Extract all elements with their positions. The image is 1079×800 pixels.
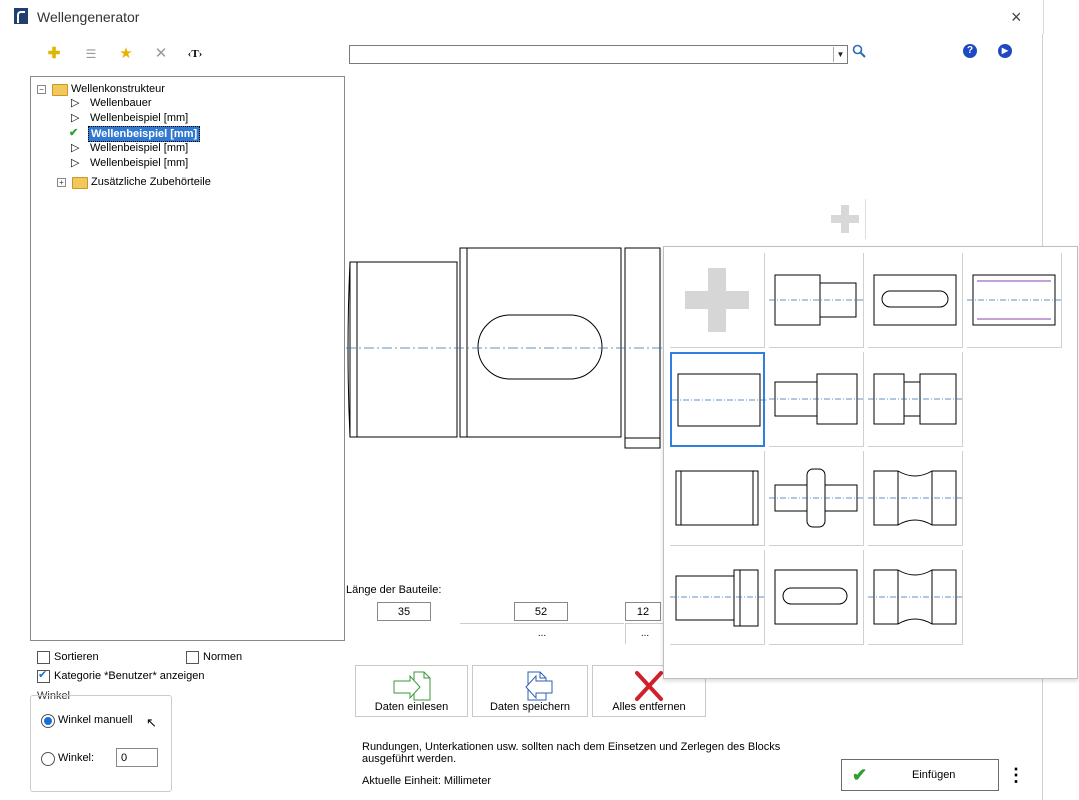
unit-text: Aktuelle Einheit: Millimeter bbox=[362, 775, 491, 787]
more-button-2[interactable]: ... bbox=[625, 623, 664, 644]
search-input[interactable] bbox=[349, 45, 848, 64]
thread-icon bbox=[967, 274, 1062, 326]
plus-icon[interactable]: ✚ bbox=[45, 45, 63, 63]
palette-chamfer[interactable] bbox=[670, 451, 765, 546]
help-icon[interactable]: ? bbox=[963, 44, 977, 58]
shaft-preview bbox=[346, 247, 664, 449]
keyway-icon bbox=[873, 274, 957, 326]
angle-input[interactable]: 0 bbox=[116, 748, 158, 767]
manual-angle-radio[interactable] bbox=[41, 714, 55, 728]
hint-text: Rundungen, Unterkationen usw. sollten na… bbox=[362, 741, 781, 765]
search-icon[interactable] bbox=[852, 44, 866, 61]
manual-angle-label: Winkel manuell bbox=[58, 714, 133, 726]
tree-view[interactable]: − Wellenkonstrukteur ▷ Wellenbauer ▷ Wel… bbox=[30, 76, 345, 641]
import-icon bbox=[393, 671, 430, 701]
shaft-icon: ▷ bbox=[71, 157, 80, 169]
tree-item-accessories[interactable]: Zusätzliche Zubehörteile bbox=[91, 175, 211, 189]
angle-radio[interactable] bbox=[41, 752, 55, 766]
cylinder-icon bbox=[672, 373, 767, 427]
angle-label: Winkel: bbox=[58, 752, 95, 764]
export-icon bbox=[525, 671, 553, 701]
sort-label: Sortieren bbox=[54, 651, 99, 663]
stepped-shaft-icon bbox=[769, 274, 864, 326]
save-data-label: Daten speichern bbox=[489, 701, 571, 713]
x-icon[interactable]: ✕ bbox=[152, 45, 170, 63]
tree-item-example-1[interactable]: Wellenbeispiel [mm] bbox=[90, 111, 188, 125]
palette-stepped-shaft[interactable] bbox=[769, 253, 864, 348]
palette-add[interactable] bbox=[670, 253, 765, 348]
add-segment-button[interactable] bbox=[825, 199, 866, 239]
close-button[interactable]: × bbox=[1011, 7, 1022, 28]
palette-cylinder[interactable] bbox=[670, 352, 767, 447]
tree-item-example-4[interactable]: Wellenbeispiel [mm] bbox=[90, 156, 188, 170]
length-input-3[interactable]: 12 bbox=[625, 602, 661, 621]
tree-item-wellenbauer[interactable]: Wellenbauer bbox=[90, 96, 152, 110]
palette-collar[interactable] bbox=[769, 451, 864, 546]
checkmark-icon: ✔ bbox=[852, 765, 868, 785]
palette-groove[interactable] bbox=[868, 352, 963, 447]
cursor-icon: ↖ bbox=[146, 715, 157, 730]
category-label: Kategorie *Benutzer* anzeigen bbox=[54, 670, 205, 682]
shaft-icon: ▷ bbox=[71, 142, 80, 154]
undercut-icon bbox=[868, 569, 963, 625]
lengths-label: Länge der Bauteile: bbox=[346, 584, 442, 596]
palette-keyway[interactable] bbox=[868, 253, 963, 348]
tree-item-example-3[interactable]: Wellenbeispiel [mm] bbox=[90, 141, 188, 155]
text-icon[interactable]: ‹T› bbox=[186, 45, 204, 63]
stepped-chamfer-icon bbox=[670, 569, 765, 627]
collar-icon bbox=[769, 468, 864, 528]
expand-icon[interactable]: + bbox=[57, 178, 66, 187]
more-button-1[interactable]: ... bbox=[460, 623, 624, 644]
tree-item-example-selected[interactable]: Wellenbeispiel [mm] bbox=[88, 126, 201, 142]
palette-thread[interactable] bbox=[967, 253, 1062, 348]
winkel-group bbox=[30, 695, 172, 792]
palette-double-step[interactable] bbox=[769, 352, 864, 447]
list-icon[interactable]: ☰ bbox=[82, 45, 100, 63]
remove-all-label: Alles entfernen bbox=[612, 701, 686, 713]
read-data-button[interactable]: Daten einlesen bbox=[355, 665, 468, 717]
collapse-icon[interactable]: − bbox=[37, 85, 46, 94]
norms-checkbox[interactable] bbox=[186, 651, 199, 664]
star-icon[interactable]: ★ bbox=[117, 45, 135, 63]
shaft-icon: ▷ bbox=[71, 112, 80, 124]
title-bar: Wellengenerator × bbox=[0, 0, 1044, 34]
neck-icon bbox=[868, 470, 963, 526]
sort-checkbox[interactable] bbox=[37, 651, 50, 664]
length-input-1[interactable]: 35 bbox=[377, 602, 431, 621]
chamfer-icon bbox=[675, 470, 759, 526]
search-dropdown-button[interactable]: ▼ bbox=[833, 47, 847, 62]
component-palette bbox=[663, 246, 1078, 679]
save-data-button[interactable]: Daten speichern bbox=[472, 665, 588, 717]
insert-button[interactable]: ✔ Einfügen bbox=[841, 759, 999, 791]
palette-stepped-chamfer[interactable] bbox=[670, 550, 765, 645]
palette-neck[interactable] bbox=[868, 451, 963, 546]
folder-icon bbox=[52, 84, 68, 96]
groove-icon bbox=[868, 373, 963, 425]
tree-item-root[interactable]: Wellenkonstrukteur bbox=[71, 82, 165, 96]
plus-icon bbox=[685, 268, 749, 332]
insert-label: Einfügen bbox=[912, 769, 956, 781]
category-checkbox[interactable] bbox=[37, 668, 50, 683]
length-input-2[interactable]: 52 bbox=[514, 602, 568, 621]
double-step-icon bbox=[769, 373, 864, 425]
palette-slot[interactable] bbox=[769, 550, 864, 645]
norms-label: Normen bbox=[203, 651, 243, 663]
info-icon[interactable]: ▶ bbox=[998, 44, 1012, 58]
palette-undercut[interactable] bbox=[868, 550, 963, 645]
more-options-button[interactable]: ⋮ bbox=[1003, 759, 1029, 791]
folder-icon bbox=[72, 177, 88, 189]
read-data-label: Daten einlesen bbox=[374, 701, 449, 713]
app-icon bbox=[14, 8, 28, 24]
checked-shaft-icon: ✔ bbox=[69, 127, 79, 139]
window-title: Wellengenerator bbox=[37, 9, 140, 25]
shaft-icon: ▷ bbox=[71, 97, 80, 109]
slot-icon bbox=[774, 569, 858, 625]
